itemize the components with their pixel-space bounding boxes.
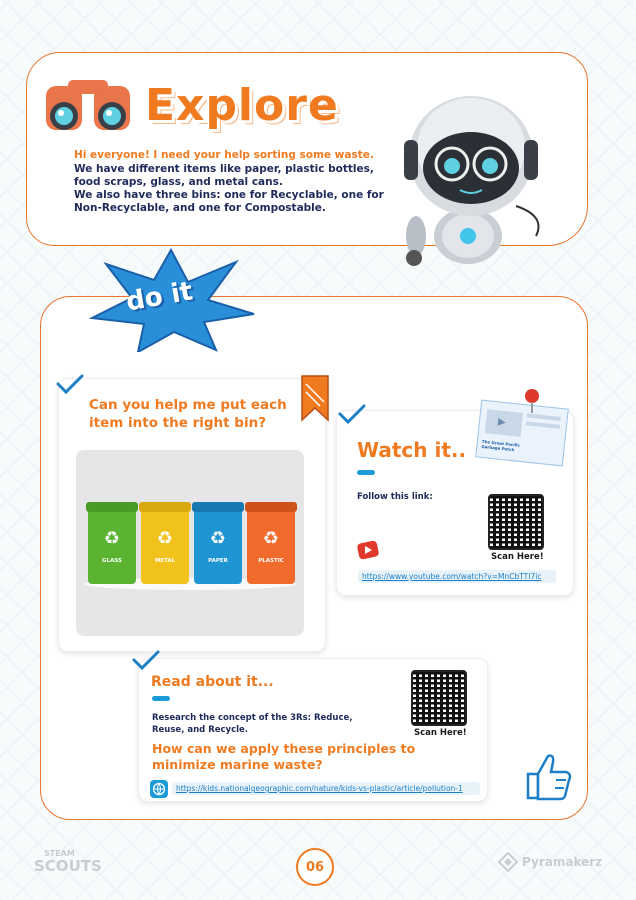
thumbnail-caption: The Great Pacific Garbage Patch [481,438,521,453]
explore-text-line: Non-Recyclable, and one for Compostable. [74,202,326,214]
pyramakerz-brand: Pyramakerz [522,855,603,869]
checkmark-icon [132,650,160,671]
explore-text-line: food scraps, glass, and metal cans. [74,176,283,188]
recycling-bins-image: ♻ GLASS ♻ METAL ♻ PAPER ♻ PLASTIC [76,450,304,636]
bin-label: PLASTIC [258,558,284,564]
follow-link-label: Follow this link: [357,492,433,502]
title-underline [357,470,375,475]
thumbs-up-icon [526,754,572,801]
explore-title: Explore [145,80,339,131]
scan-here-label: Scan Here! [491,552,544,562]
research-text: Research the concept of the 3Rs: Reduce,… [152,713,353,735]
steam-scouts-logo: STEAM SCOUTS [34,848,102,875]
bookmark-ribbon-icon [301,375,329,422]
title-underline [152,696,170,701]
youtube-link[interactable]: https://www.youtube.com/watch?v=MnCbTTI7… [358,570,556,583]
sorting-question: Can you help me put each item into the r… [89,397,287,431]
article-qr-code[interactable] [411,670,467,726]
youtube-play-icon[interactable] [356,540,380,560]
explore-text-line: We have different items like paper, plas… [74,163,374,175]
video-qr-code[interactable] [488,494,544,550]
metal-bin: ♻ METAL [139,502,191,584]
paper-bin: ♻ PAPER [192,502,244,584]
binoculars-icon [46,80,130,130]
explore-intro-highlight: Hi everyone! I need your help sorting so… [74,149,374,161]
glass-bin: ♻ GLASS [86,502,138,584]
checkmark-icon [56,374,84,395]
bin-label: METAL [154,558,176,564]
logo-bottom-text: SCOUTS [34,857,102,875]
scan-here-label: Scan Here! [414,728,467,738]
bin-label: GLASS [102,558,122,564]
read-about-it-title: Read about it... [151,674,274,690]
checkmark-icon [338,404,366,425]
globe-icon [150,780,168,798]
page-number: 06 [296,848,334,886]
robot-mascot-image [404,96,540,266]
plastic-bin: ♻ PLASTIC [245,502,297,584]
worksheet-page: Explore Hi everyone! I need your help so… [0,0,636,900]
watch-it-title: Watch it.. [357,438,467,462]
bin-label: PAPER [208,558,228,564]
natgeo-article-link[interactable]: https://kids.nationalgeographic.com/natu… [172,782,480,795]
pyramakerz-logo-icon [498,852,518,872]
marine-waste-question: How can we apply these principles to min… [152,741,416,772]
pushpin-icon [525,389,539,413]
explore-text-line: We also have three bins: one for Recycla… [74,189,384,201]
